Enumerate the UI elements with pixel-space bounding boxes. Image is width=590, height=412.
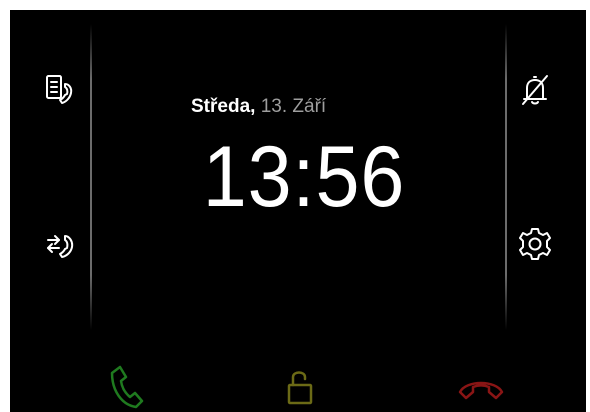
padlock-open-icon bbox=[287, 371, 313, 405]
unlock-button[interactable] bbox=[273, 362, 329, 412]
page: Středa, 13. Září 13:56 bbox=[0, 0, 590, 412]
gear-icon bbox=[519, 228, 551, 260]
phone-icon bbox=[110, 365, 144, 409]
day-name: Středa bbox=[191, 96, 251, 117]
phone-list-icon bbox=[46, 75, 73, 104]
settings-button[interactable] bbox=[513, 222, 557, 266]
bell-off-icon bbox=[522, 75, 548, 105]
date-label: Středa, 13. Září bbox=[191, 96, 326, 118]
date-separator: , bbox=[250, 96, 256, 117]
phone-forward-icon bbox=[47, 235, 74, 258]
date-value: 13. Září bbox=[260, 96, 327, 117]
mute-button[interactable] bbox=[513, 68, 557, 112]
call-log-button[interactable] bbox=[39, 68, 83, 112]
phone-hangup-icon bbox=[458, 381, 504, 400]
hang-up-button[interactable] bbox=[453, 362, 509, 412]
intercom-screen: Středa, 13. Září 13:56 bbox=[10, 10, 586, 412]
left-divider bbox=[90, 24, 92, 330]
clock-time: 13:56 bbox=[202, 129, 406, 225]
accept-call-button[interactable] bbox=[96, 362, 152, 412]
right-divider bbox=[505, 24, 507, 330]
call-forward-button[interactable] bbox=[39, 222, 83, 266]
